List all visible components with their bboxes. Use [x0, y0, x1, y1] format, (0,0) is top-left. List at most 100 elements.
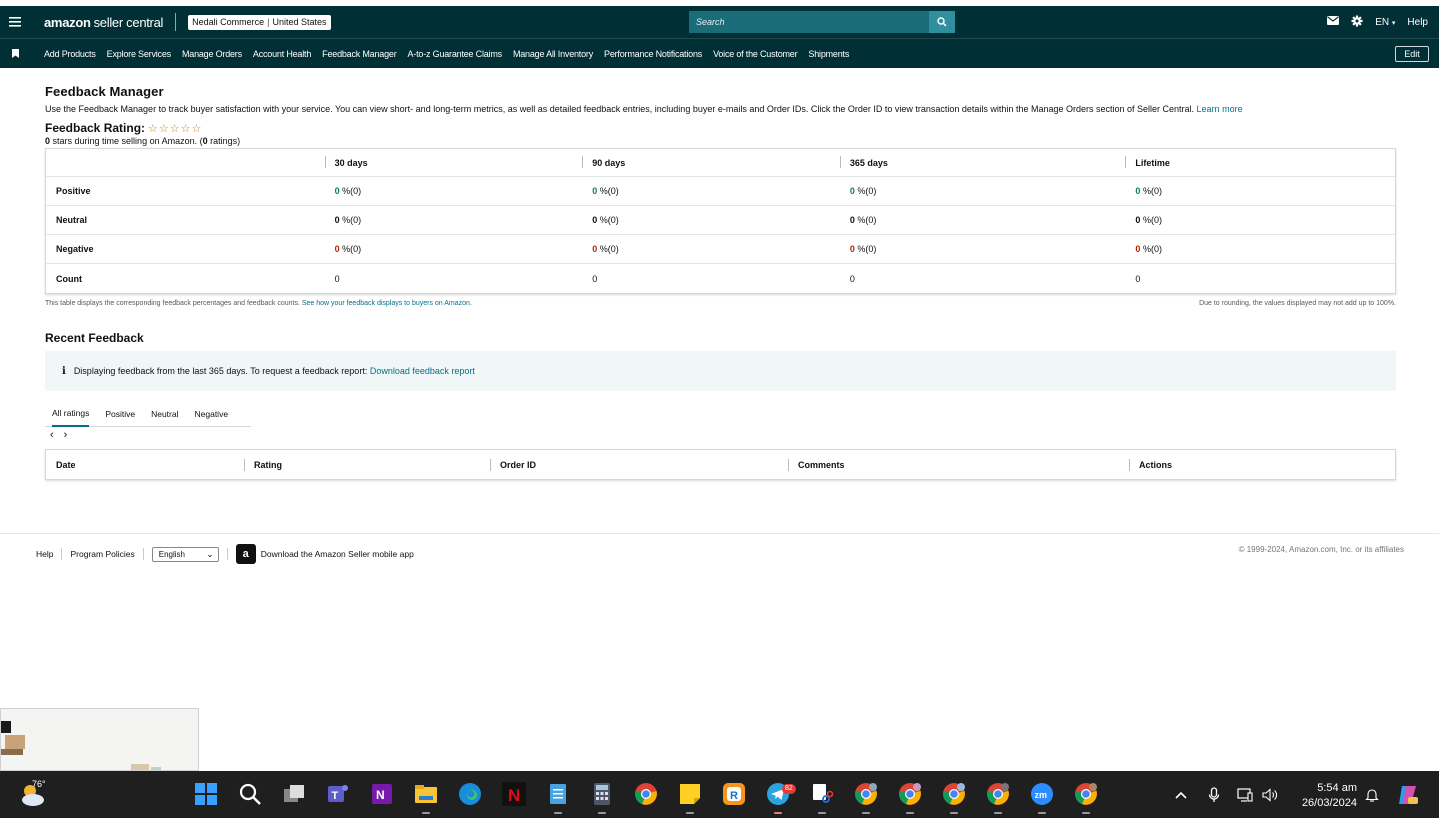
footer-language-select[interactable]: English ⌄ — [151, 546, 219, 562]
calculator-icon[interactable] — [590, 782, 614, 806]
running-indicator — [950, 812, 958, 814]
page-title: Feedback Manager — [45, 84, 164, 99]
nav-voice-of-customer[interactable]: Voice of the Customer — [713, 49, 798, 59]
edge-browser-icon[interactable] — [458, 782, 482, 806]
nav-performance-notifications[interactable]: Performance Notifications — [604, 49, 702, 59]
tab-neutral[interactable]: Neutral — [151, 401, 178, 427]
metric-suffix: %(0) — [599, 244, 619, 254]
header-actions: EN ▾ Help — [1327, 6, 1428, 38]
bookmark-icon[interactable] — [0, 49, 30, 58]
metrics-col-lifetime: Lifetime — [1125, 155, 1395, 168]
col-rating[interactable]: Rating — [244, 458, 490, 471]
metric-cell: 0 %(0) — [582, 215, 840, 225]
menu-icon[interactable] — [0, 6, 30, 38]
intro-body: Use the Feedback Manager to track buyer … — [45, 104, 1195, 114]
nav-manage-inventory[interactable]: Manage All Inventory — [513, 49, 593, 59]
search-icon[interactable] — [238, 782, 262, 806]
teams-icon[interactable]: T — [326, 782, 350, 806]
nav-manage-orders[interactable]: Manage Orders — [182, 49, 242, 59]
nav-a-to-z-claims[interactable]: A-to-z Guarantee Claims — [408, 49, 503, 59]
mail-icon[interactable] — [1327, 16, 1340, 28]
language-selector[interactable]: EN ▾ — [1375, 17, 1395, 28]
file-explorer-icon[interactable] — [414, 782, 438, 806]
chrome-profile-icon[interactable] — [854, 782, 878, 806]
col-actions[interactable]: Actions — [1129, 458, 1389, 471]
clock-date: 26/03/2024 — [1301, 797, 1357, 809]
metrics-row-positive: Positive 0 %(0) 0 %(0) 0 %(0) 0 %(0) — [46, 177, 1395, 206]
footer-separator — [142, 548, 144, 560]
col-comments[interactable]: Comments — [788, 458, 1129, 471]
settings-gear-icon[interactable] — [1351, 15, 1363, 30]
search-input[interactable] — [689, 11, 929, 33]
tray-overflow-chevron-icon[interactable] — [1175, 771, 1187, 818]
onenote-icon[interactable]: N — [370, 782, 394, 806]
sticky-notes-icon[interactable] — [678, 782, 702, 806]
notepad-icon[interactable] — [546, 782, 570, 806]
row-label: Count — [56, 273, 82, 284]
running-indicator — [818, 812, 826, 814]
feedback-display-link[interactable]: See how your feedback displays to buyers… — [302, 300, 472, 307]
main-content: Feedback Manager Use the Feedback Manage… — [45, 84, 1396, 480]
window-preview-thumbnail[interactable] — [0, 708, 199, 771]
amazon-app-icon[interactable]: a — [235, 544, 256, 564]
tab-negative[interactable]: Negative — [195, 401, 229, 427]
network-icon[interactable] — [1237, 771, 1253, 818]
running-indicator — [1082, 812, 1090, 814]
chrome-profile-icon[interactable] — [898, 782, 922, 806]
nav-explore-services[interactable]: Explore Services — [107, 49, 172, 59]
chrome-profile-icon[interactable] — [1074, 782, 1098, 806]
metric-cell: 0 %(0) — [1125, 244, 1395, 254]
snipping-tool-icon[interactable] — [810, 782, 834, 806]
nav-account-health[interactable]: Account Health — [253, 49, 311, 59]
download-app-link[interactable]: Download the Amazon Seller mobile app — [261, 549, 414, 559]
remote-app-icon[interactable]: R — [722, 782, 746, 806]
pagination: ‹ › — [45, 429, 1396, 441]
col-date[interactable]: Date — [46, 460, 244, 470]
tab-positive[interactable]: Positive — [105, 401, 135, 427]
copilot-icon[interactable] — [1396, 771, 1420, 818]
chevron-right-icon[interactable]: › — [64, 429, 68, 441]
nav-add-products[interactable]: Add Products — [44, 49, 96, 59]
metric-suffix: %(0) — [342, 186, 362, 196]
download-report-link[interactable]: Download feedback report — [370, 366, 475, 376]
learn-more-link[interactable]: Learn more — [1197, 104, 1243, 114]
windows-start-icon[interactable] — [194, 782, 218, 806]
footer-help-link[interactable]: Help — [36, 549, 53, 559]
edit-nav-button[interactable]: Edit — [1395, 46, 1429, 62]
system-clock[interactable]: 5:54 am 26/03/2024 — [1302, 781, 1357, 811]
recent-feedback-table-header: Date Rating Order ID Comments Actions — [45, 449, 1396, 480]
running-indicator — [554, 812, 562, 814]
count-value: 0 — [849, 273, 855, 284]
store-selector[interactable]: Nedali Commerce | United States — [188, 14, 331, 30]
metric-suffix: %(0) — [857, 215, 877, 225]
tab-all-ratings[interactable]: All ratings — [52, 401, 90, 427]
rating-label: Feedback Rating: — [45, 121, 146, 135]
intro-text: Use the Feedback Manager to track buyer … — [45, 104, 1396, 114]
volume-icon[interactable] — [1262, 771, 1278, 818]
ratings-count: 0 — [202, 136, 208, 146]
help-link[interactable]: Help — [1407, 17, 1428, 28]
task-view-icon[interactable] — [282, 782, 306, 806]
metric-cell: 0 %(0) — [840, 215, 1126, 225]
seller-central-logo[interactable]: amazon seller central — [44, 15, 163, 30]
search-button[interactable] — [929, 11, 955, 33]
metric-value: 0 — [1135, 244, 1141, 254]
metrics-col-90-days: 90 days — [582, 155, 840, 168]
metric-cell: 0 %(0) — [325, 244, 583, 254]
chrome-icon[interactable] — [634, 782, 658, 806]
zoom-icon[interactable]: zm — [1030, 782, 1054, 806]
rating-filter-tabs: All ratings Positive Neutral Negative — [45, 401, 251, 427]
nav-shipments[interactable]: Shipments — [808, 49, 849, 59]
count-value: 0 — [334, 273, 340, 284]
notifications-icon[interactable] — [1365, 771, 1379, 818]
footer-policies-link[interactable]: Program Policies — [70, 549, 134, 559]
netflix-icon[interactable]: N — [502, 782, 526, 806]
nav-feedback-manager[interactable]: Feedback Manager — [322, 49, 397, 59]
microphone-icon[interactable] — [1208, 771, 1220, 818]
chevron-left-icon[interactable]: ‹ — [50, 429, 54, 441]
rounding-note: Due to rounding, the values displayed ma… — [1199, 300, 1396, 307]
col-order-id[interactable]: Order ID — [490, 458, 788, 471]
chrome-profile-icon[interactable] — [942, 782, 966, 806]
chrome-profile-icon[interactable] — [986, 782, 1010, 806]
feedback-rating: Feedback Rating: ☆ ☆ ☆ ☆ ☆ — [45, 121, 1396, 135]
